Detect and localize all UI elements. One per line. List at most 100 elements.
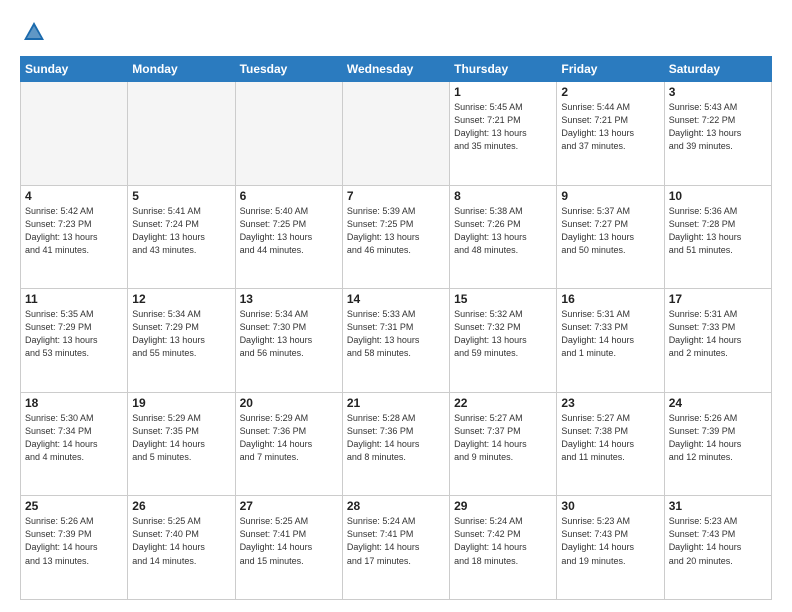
calendar-cell: 6 Sunrise: 5:40 AM Sunset: 7:25 PM Daylig… — [235, 185, 342, 289]
day-info: Sunrise: 5:27 AM Sunset: 7:38 PM Dayligh… — [561, 412, 659, 464]
calendar-cell: 22Sunrise: 5:27 AM Sunset: 7:37 PM Dayli… — [450, 392, 557, 496]
calendar-cell: 30 Sunrise: 5:23 AM Sunset: 7:43 PM Dayli… — [557, 496, 664, 600]
calendar-cell: 17Sunrise: 5:31 AM Sunset: 7:33 PM Dayli… — [664, 289, 771, 393]
day-number: 11 — [25, 292, 123, 306]
day-number: 7 — [347, 189, 445, 203]
calendar-week-4: 18 Sunrise: 5:30 AM Sunset: 7:34 PM Dayli… — [21, 392, 772, 496]
day-info: Sunrise: 5:35 AM Sunset: 7:29 PM Dayligh… — [25, 308, 123, 360]
day-number: 16 — [561, 292, 659, 306]
day-number: 10 — [669, 189, 767, 203]
calendar-cell: 27 Sunrise: 5:25 AM Sunset: 7:41 PM Dayli… — [235, 496, 342, 600]
day-header-sunday: Sunday — [21, 57, 128, 82]
day-number: 26 — [132, 499, 230, 513]
day-number: 19 — [132, 396, 230, 410]
day-number: 6 — [240, 189, 338, 203]
day-number: 8 — [454, 189, 552, 203]
calendar-cell: 23 Sunrise: 5:27 AM Sunset: 7:38 PM Dayli… — [557, 392, 664, 496]
calendar-week-2: 4 Sunrise: 5:42 AM Sunset: 7:23 PM Daylig… — [21, 185, 772, 289]
calendar-cell: 26 Sunrise: 5:25 AM Sunset: 7:40 PM Dayli… — [128, 496, 235, 600]
calendar-cell: 10 Sunrise: 5:36 AM Sunset: 7:28 PM Dayli… — [664, 185, 771, 289]
day-info: Sunrise: 5:40 AM Sunset: 7:25 PM Dayligh… — [240, 205, 338, 257]
day-number: 23 — [561, 396, 659, 410]
day-number: 15 — [454, 292, 552, 306]
calendar-header-row: SundayMondayTuesdayWednesdayThursdayFrid… — [21, 57, 772, 82]
day-number: 14 — [347, 292, 445, 306]
day-number: 20 — [240, 396, 338, 410]
day-number: 28 — [347, 499, 445, 513]
day-info: Sunrise: 5:25 AM Sunset: 7:41 PM Dayligh… — [240, 515, 338, 567]
day-info: Sunrise: 5:31 AM Sunset: 7:33 PM Dayligh… — [561, 308, 659, 360]
day-number: 1 — [454, 85, 552, 99]
day-number: 5 — [132, 189, 230, 203]
day-number: 18 — [25, 396, 123, 410]
day-info: Sunrise: 5:45 AM Sunset: 7:21 PM Dayligh… — [454, 101, 552, 153]
day-info: Sunrise: 5:41 AM Sunset: 7:24 PM Dayligh… — [132, 205, 230, 257]
day-info: Sunrise: 5:28 AM Sunset: 7:36 PM Dayligh… — [347, 412, 445, 464]
day-number: 17 — [669, 292, 767, 306]
day-info: Sunrise: 5:33 AM Sunset: 7:31 PM Dayligh… — [347, 308, 445, 360]
day-info: Sunrise: 5:37 AM Sunset: 7:27 PM Dayligh… — [561, 205, 659, 257]
calendar-week-1: 1 Sunrise: 5:45 AM Sunset: 7:21 PM Daylig… — [21, 82, 772, 186]
day-number: 30 — [561, 499, 659, 513]
calendar-cell: 5 Sunrise: 5:41 AM Sunset: 7:24 PM Daylig… — [128, 185, 235, 289]
day-number: 27 — [240, 499, 338, 513]
calendar-table: SundayMondayTuesdayWednesdayThursdayFrid… — [20, 56, 772, 600]
calendar-cell — [235, 82, 342, 186]
day-header-tuesday: Tuesday — [235, 57, 342, 82]
day-info: Sunrise: 5:36 AM Sunset: 7:28 PM Dayligh… — [669, 205, 767, 257]
day-info: Sunrise: 5:34 AM Sunset: 7:29 PM Dayligh… — [132, 308, 230, 360]
day-info: Sunrise: 5:27 AM Sunset: 7:37 PM Dayligh… — [454, 412, 552, 464]
logo-icon — [20, 18, 48, 46]
calendar-cell: 18 Sunrise: 5:30 AM Sunset: 7:34 PM Dayli… — [21, 392, 128, 496]
day-number: 4 — [25, 189, 123, 203]
day-header-saturday: Saturday — [664, 57, 771, 82]
header — [20, 18, 772, 46]
calendar-cell: 28Sunrise: 5:24 AM Sunset: 7:41 PM Dayli… — [342, 496, 449, 600]
calendar-week-3: 11 Sunrise: 5:35 AM Sunset: 7:29 PM Dayli… — [21, 289, 772, 393]
calendar-cell: 2Sunrise: 5:44 AM Sunset: 7:21 PM Daylig… — [557, 82, 664, 186]
calendar-cell: 19Sunrise: 5:29 AM Sunset: 7:35 PM Dayli… — [128, 392, 235, 496]
calendar-cell: 12 Sunrise: 5:34 AM Sunset: 7:29 PM Dayli… — [128, 289, 235, 393]
day-number: 13 — [240, 292, 338, 306]
day-info: Sunrise: 5:32 AM Sunset: 7:32 PM Dayligh… — [454, 308, 552, 360]
calendar-cell — [128, 82, 235, 186]
day-info: Sunrise: 5:39 AM Sunset: 7:25 PM Dayligh… — [347, 205, 445, 257]
day-info: Sunrise: 5:23 AM Sunset: 7:43 PM Dayligh… — [561, 515, 659, 567]
day-number: 2 — [561, 85, 659, 99]
day-number: 9 — [561, 189, 659, 203]
calendar-week-5: 25 Sunrise: 5:26 AM Sunset: 7:39 PM Dayli… — [21, 496, 772, 600]
day-header-thursday: Thursday — [450, 57, 557, 82]
calendar-cell: 3 Sunrise: 5:43 AM Sunset: 7:22 PM Daylig… — [664, 82, 771, 186]
day-info: Sunrise: 5:25 AM Sunset: 7:40 PM Dayligh… — [132, 515, 230, 567]
day-number: 25 — [25, 499, 123, 513]
calendar-cell: 8 Sunrise: 5:38 AM Sunset: 7:26 PM Daylig… — [450, 185, 557, 289]
calendar-cell: 20Sunrise: 5:29 AM Sunset: 7:36 PM Dayli… — [235, 392, 342, 496]
day-number: 21 — [347, 396, 445, 410]
day-number: 29 — [454, 499, 552, 513]
day-info: Sunrise: 5:30 AM Sunset: 7:34 PM Dayligh… — [25, 412, 123, 464]
day-info: Sunrise: 5:43 AM Sunset: 7:22 PM Dayligh… — [669, 101, 767, 153]
day-number: 12 — [132, 292, 230, 306]
calendar-cell: 11 Sunrise: 5:35 AM Sunset: 7:29 PM Dayli… — [21, 289, 128, 393]
calendar-cell: 15 Sunrise: 5:32 AM Sunset: 7:32 PM Dayli… — [450, 289, 557, 393]
calendar-cell: 1 Sunrise: 5:45 AM Sunset: 7:21 PM Daylig… — [450, 82, 557, 186]
calendar-cell: 9 Sunrise: 5:37 AM Sunset: 7:27 PM Daylig… — [557, 185, 664, 289]
day-info: Sunrise: 5:24 AM Sunset: 7:42 PM Dayligh… — [454, 515, 552, 567]
day-info: Sunrise: 5:26 AM Sunset: 7:39 PM Dayligh… — [669, 412, 767, 464]
day-header-friday: Friday — [557, 57, 664, 82]
calendar-cell — [21, 82, 128, 186]
day-info: Sunrise: 5:38 AM Sunset: 7:26 PM Dayligh… — [454, 205, 552, 257]
logo — [20, 18, 52, 46]
page: SundayMondayTuesdayWednesdayThursdayFrid… — [0, 0, 792, 612]
day-number: 3 — [669, 85, 767, 99]
calendar-cell: 14 Sunrise: 5:33 AM Sunset: 7:31 PM Dayli… — [342, 289, 449, 393]
calendar-cell — [342, 82, 449, 186]
calendar-cell: 29 Sunrise: 5:24 AM Sunset: 7:42 PM Dayli… — [450, 496, 557, 600]
calendar-cell: 31Sunrise: 5:23 AM Sunset: 7:43 PM Dayli… — [664, 496, 771, 600]
day-number: 24 — [669, 396, 767, 410]
day-info: Sunrise: 5:26 AM Sunset: 7:39 PM Dayligh… — [25, 515, 123, 567]
day-info: Sunrise: 5:42 AM Sunset: 7:23 PM Dayligh… — [25, 205, 123, 257]
day-header-monday: Monday — [128, 57, 235, 82]
calendar-cell: 4 Sunrise: 5:42 AM Sunset: 7:23 PM Daylig… — [21, 185, 128, 289]
calendar-cell: 7 Sunrise: 5:39 AM Sunset: 7:25 PM Daylig… — [342, 185, 449, 289]
